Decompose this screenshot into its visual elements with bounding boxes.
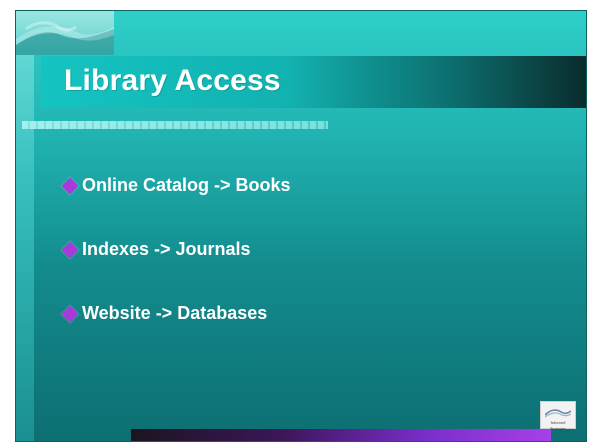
badge-caption: Informed Strategies [550, 420, 566, 431]
diamond-bullet-icon [61, 241, 79, 258]
bottom-accent-bar [131, 429, 551, 441]
bullet-item: Online Catalog -> Books [61, 173, 291, 197]
slide-title: Library Access [64, 64, 281, 97]
left-strip [16, 11, 34, 441]
waves-badge-icon: Informed Strategies [540, 401, 576, 431]
waves-logo-icon [16, 11, 114, 55]
slide: Library Access Online Catalog -> Books I… [15, 10, 587, 442]
bullet-text: Online Catalog -> Books [82, 174, 291, 195]
bullet-text: Website -> Databases [82, 302, 268, 323]
diamond-bullet-icon [61, 305, 79, 322]
bullet-item: Indexes -> Journals [61, 237, 291, 261]
bullet-list: Online Catalog -> Books Indexes -> Journ… [61, 173, 291, 365]
title-underline [22, 121, 328, 129]
diamond-bullet-icon [61, 177, 79, 194]
bullet-item: Website -> Databases [61, 301, 291, 325]
bullet-text: Indexes -> Journals [82, 238, 251, 259]
